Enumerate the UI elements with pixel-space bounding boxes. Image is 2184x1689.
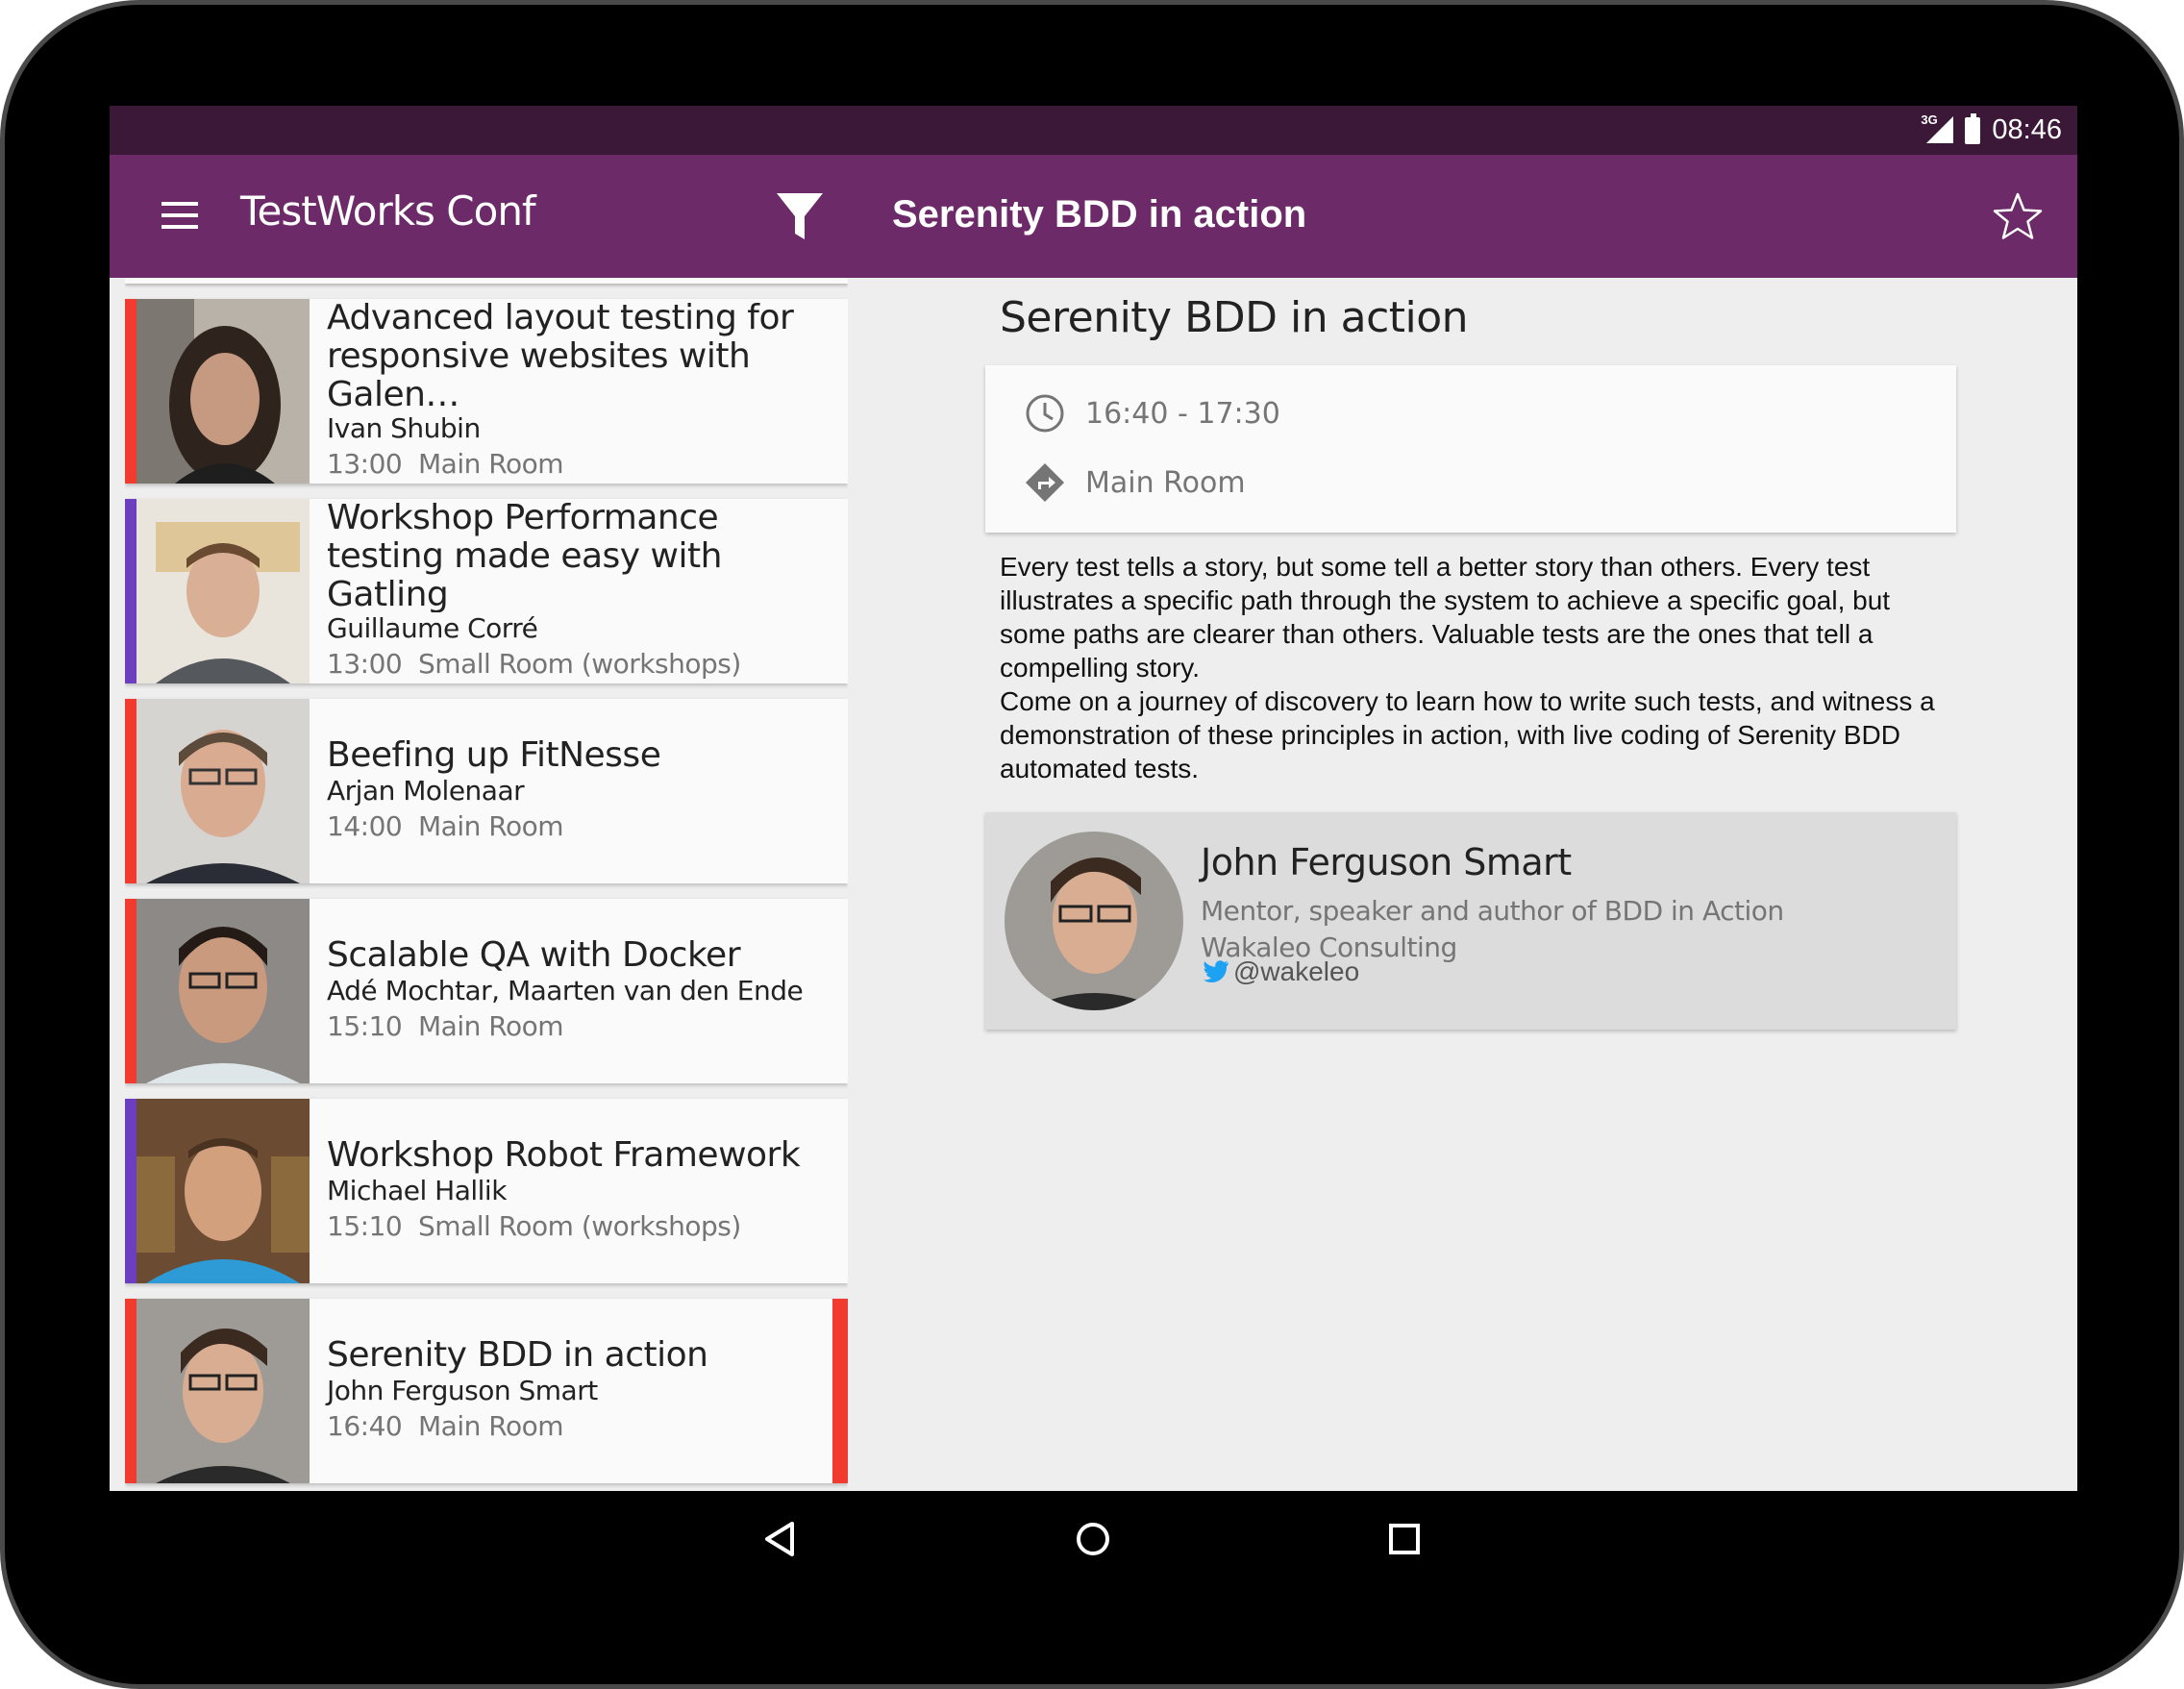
session-title: Advanced layout testing for responsive w… xyxy=(327,299,794,412)
previous-card-edge xyxy=(125,278,848,284)
session-info: Scalable QA with Docker Adé Mochtar, Maa… xyxy=(327,899,836,1083)
session-list[interactable]: Advanced layout testing for responsive w… xyxy=(125,278,848,1491)
back-icon[interactable] xyxy=(754,1512,807,1566)
session-card[interactable]: Advanced layout testing for responsive w… xyxy=(125,299,848,484)
session-title: Workshop Robot Framework xyxy=(327,1136,801,1175)
app-bar: TestWorks Conf Serenity BDD in action xyxy=(110,155,2077,278)
session-time: 13:00 xyxy=(327,648,403,680)
speaker-photo xyxy=(136,699,310,883)
app-title: TestWorks Conf xyxy=(240,187,536,235)
session-meta: 16:40 Main Room xyxy=(327,1407,836,1446)
menu-icon[interactable] xyxy=(161,202,198,229)
speaker-name: John Ferguson Smart xyxy=(1201,841,1572,883)
session-detail-title: Serenity BDD in action xyxy=(1000,293,1469,342)
selected-indicator xyxy=(832,1299,848,1483)
session-meta: 13:00 Small Room (workshops) xyxy=(327,645,836,683)
screen: 3G 08:46 TestWorks Conf Serenity BDD in … xyxy=(110,106,2077,1491)
session-room: Main Room xyxy=(418,810,563,842)
speaker-photo xyxy=(136,1299,310,1483)
session-speaker: Guillaume Corré xyxy=(327,612,538,644)
session-room: Main Room xyxy=(418,1410,563,1442)
session-room: Main Room xyxy=(1085,465,1246,500)
track-indicator xyxy=(125,699,136,883)
session-meta: 14:00 Main Room xyxy=(327,807,836,846)
session-info: Workshop Performance testing made easy w… xyxy=(327,499,836,683)
session-card[interactable]: Workshop Performance testing made easy w… xyxy=(125,499,848,683)
session-title: Serenity BDD in action xyxy=(327,1336,708,1375)
detail-title: Serenity BDD in action xyxy=(892,193,1307,236)
session-room: Small Room (workshops) xyxy=(418,648,741,680)
session-meta: 13:00 Main Room xyxy=(327,445,836,484)
track-indicator xyxy=(125,1099,136,1283)
description-paragraph: Come on a journey of discovery to learn … xyxy=(1000,686,1935,783)
signal-icon: 3G xyxy=(1921,112,1954,145)
home-icon[interactable] xyxy=(1066,1512,1120,1566)
speaker-photo xyxy=(136,499,310,683)
session-time: 16:40 xyxy=(327,1410,403,1442)
speaker-photo xyxy=(136,299,310,484)
filter-icon[interactable] xyxy=(775,189,825,243)
time-row: 16:40 - 17:30 xyxy=(1024,392,1280,435)
navigation-bar xyxy=(0,1491,2184,1587)
directions-icon xyxy=(1026,463,1064,502)
session-description: Every test tells a story, but some tell … xyxy=(1000,550,1951,785)
room-row: Main Room xyxy=(1024,461,1246,504)
session-meta: 15:10 Main Room xyxy=(327,1007,836,1046)
session-title: Beefing up FitNesse xyxy=(327,736,661,775)
session-speaker: John Ferguson Smart xyxy=(327,1375,598,1406)
session-time: 13:00 xyxy=(327,448,403,480)
recents-icon[interactable] xyxy=(1377,1512,1431,1566)
star-icon[interactable] xyxy=(1990,189,2046,245)
session-speaker: Adé Mochtar, Maarten van den Ende xyxy=(327,975,804,1006)
session-card[interactable]: Scalable QA with Docker Adé Mochtar, Maa… xyxy=(125,899,848,1083)
session-room: Main Room xyxy=(418,1010,563,1042)
session-title: Scalable QA with Docker xyxy=(327,936,741,975)
speaker-photo xyxy=(136,899,310,1083)
track-indicator xyxy=(125,899,136,1083)
status-icons: 3G 08:46 xyxy=(1921,106,2062,155)
session-speaker: Ivan Shubin xyxy=(327,412,481,444)
session-card-selected[interactable]: Serenity BDD in action John Ferguson Sma… xyxy=(125,1299,848,1483)
session-room: Main Room xyxy=(418,448,563,480)
clock-time: 08:46 xyxy=(1992,114,2062,145)
session-card[interactable]: Beefing up FitNesse Arjan Molenaar 14:00… xyxy=(125,699,848,883)
session-room: Small Room (workshops) xyxy=(418,1210,741,1242)
description-paragraph: Every test tells a story, but some tell … xyxy=(1000,552,1891,683)
session-time: 15:10 xyxy=(327,1210,403,1242)
clock-icon xyxy=(1026,394,1064,433)
session-time: 14:00 xyxy=(327,810,403,842)
session-speaker: Arjan Molenaar xyxy=(327,775,525,807)
session-speaker: Michael Hallik xyxy=(327,1175,507,1206)
session-meta: 15:10 Small Room (workshops) xyxy=(327,1207,836,1246)
session-info-card: 16:40 - 17:30 Main Room xyxy=(985,365,1956,533)
speaker-photo xyxy=(136,1099,310,1283)
status-bar: 3G 08:46 xyxy=(110,106,2077,155)
session-info: Beefing up FitNesse Arjan Molenaar 14:00… xyxy=(327,699,836,883)
battery-icon xyxy=(1965,112,1981,144)
twitter-icon xyxy=(1204,960,1228,982)
speaker-twitter-link[interactable]: @wakeleo xyxy=(1201,956,1359,987)
speaker-bio: Mentor, speaker and author of BDD in Act… xyxy=(1201,895,1784,927)
session-title: Workshop Performance testing made easy w… xyxy=(327,499,722,612)
session-info: Advanced layout testing for responsive w… xyxy=(327,299,836,484)
session-time-range: 16:40 - 17:30 xyxy=(1085,396,1280,431)
speaker-avatar xyxy=(1005,832,1183,1010)
track-indicator xyxy=(125,299,136,484)
session-info: Serenity BDD in action John Ferguson Sma… xyxy=(327,1299,836,1483)
speaker-card[interactable]: John Ferguson Smart Mentor, speaker and … xyxy=(985,812,1956,1030)
track-indicator xyxy=(125,499,136,683)
session-card[interactable]: Workshop Robot Framework Michael Hallik … xyxy=(125,1099,848,1283)
track-indicator xyxy=(125,1299,136,1483)
speaker-twitter: @wakeleo xyxy=(1233,956,1360,986)
session-info: Workshop Robot Framework Michael Hallik … xyxy=(327,1099,836,1283)
session-time: 15:10 xyxy=(327,1010,403,1042)
